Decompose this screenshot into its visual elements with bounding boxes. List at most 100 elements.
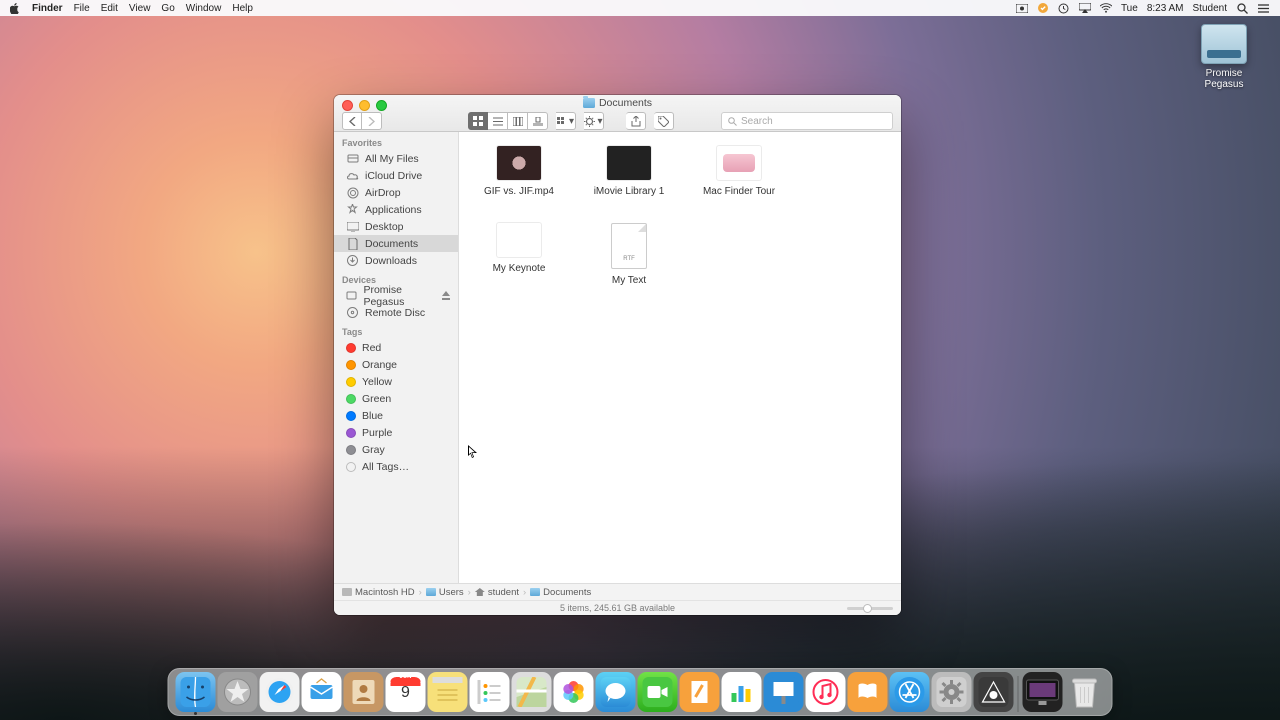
dock-separator [1018, 676, 1019, 712]
notification-center-icon[interactable] [1257, 2, 1269, 14]
menu-edit[interactable]: Edit [101, 3, 118, 14]
dock-appstore[interactable] [890, 672, 930, 712]
forward-button[interactable] [362, 112, 382, 130]
finder-toolbar: ▾ ▾ [334, 112, 901, 131]
wifi-icon[interactable] [1100, 2, 1112, 14]
sidebar-tag-orange[interactable]: Orange [334, 356, 458, 373]
search-input[interactable] [741, 116, 886, 127]
path-seg-student[interactable]: student [475, 587, 519, 598]
sidebar-item-remote-disc[interactable]: Remote Disc [334, 304, 458, 321]
dock-photos[interactable] [554, 672, 594, 712]
sidebar-item-label: Applications [365, 204, 422, 216]
file-gif-vs-jif-mp4[interactable]: GIF vs. JIF.mp4 [477, 146, 561, 197]
action-button[interactable]: ▾ [584, 112, 604, 130]
desktop-icon [346, 220, 359, 233]
dock-display-prefs[interactable] [1023, 672, 1063, 712]
share-button[interactable] [626, 112, 646, 130]
sidebar-item-applications[interactable]: Applications [334, 201, 458, 218]
desktop-drive-promise-pegasus[interactable]: Promise Pegasus [1188, 24, 1260, 90]
sidebar-tag-yellow[interactable]: Yellow [334, 373, 458, 390]
menubar-user[interactable]: Student [1193, 3, 1227, 14]
view-columns-button[interactable] [508, 112, 528, 130]
path-seg-macintosh-hd[interactable]: Macintosh HD [342, 587, 415, 598]
tags-button[interactable] [654, 112, 674, 130]
sidebar-item-all-my-files[interactable]: All My Files [334, 150, 458, 167]
dock-keynote[interactable] [764, 672, 804, 712]
dock-notes[interactable] [428, 672, 468, 712]
file-mac-finder-tour[interactable]: Mac Finder Tour [697, 146, 781, 197]
dock-calendar[interactable]: JUN9 [386, 672, 426, 712]
finder-content[interactable]: GIF vs. JIF.mp4 iMovie Library 1 Mac Finde… [459, 132, 901, 583]
file-my-keynote[interactable]: My Keynote [477, 223, 561, 286]
view-icons-button[interactable] [468, 112, 488, 130]
finder-titlebar[interactable]: Documents ▾ ▾ [334, 95, 901, 132]
sidebar-tag-purple[interactable]: Purple [334, 424, 458, 441]
dock-imovie[interactable] [974, 672, 1014, 712]
menubar-time[interactable]: 8:23 AM [1147, 3, 1184, 14]
sidebar-item-label: Red [362, 342, 381, 354]
dock-safari[interactable] [260, 672, 300, 712]
sidebar-tag-all-tags-[interactable]: All Tags… [334, 458, 458, 475]
sidebar-item-downloads[interactable]: Downloads [334, 252, 458, 269]
file-label: Mac Finder Tour [697, 186, 781, 197]
dock-reminders[interactable] [470, 672, 510, 712]
sidebar-tag-red[interactable]: Red [334, 339, 458, 356]
view-list-button[interactable] [488, 112, 508, 130]
sidebar-item-label: Green [362, 393, 391, 405]
dock-trash[interactable] [1065, 672, 1105, 712]
sidebar-tag-gray[interactable]: Gray [334, 441, 458, 458]
dock-launchpad[interactable] [218, 672, 258, 712]
dock-maps[interactable] [512, 672, 552, 712]
sidebar-header-favorites: Favorites [334, 132, 458, 150]
apple-menu-icon[interactable] [9, 2, 21, 14]
dock-messages[interactable] [596, 672, 636, 712]
menu-view[interactable]: View [129, 3, 151, 14]
dock-itunes[interactable] [806, 672, 846, 712]
dock-facetime[interactable] [638, 672, 678, 712]
menu-go[interactable]: Go [161, 3, 174, 14]
sidebar-tag-blue[interactable]: Blue [334, 407, 458, 424]
search-field[interactable] [721, 112, 893, 130]
dock-finder[interactable] [176, 672, 216, 712]
screen-record-icon[interactable] [1016, 2, 1028, 14]
sidebar-item-icloud-drive[interactable]: iCloud Drive [334, 167, 458, 184]
window-zoom-button[interactable] [376, 100, 387, 111]
path-seg-documents[interactable]: Documents [530, 587, 591, 598]
time-machine-icon[interactable] [1058, 2, 1070, 14]
menu-file[interactable]: File [74, 3, 90, 14]
view-coverflow-button[interactable] [528, 112, 548, 130]
tag-dot-icon [346, 394, 356, 404]
dock-system-preferences[interactable] [932, 672, 972, 712]
menu-window[interactable]: Window [186, 3, 222, 14]
sidebar-item-desktop[interactable]: Desktop [334, 218, 458, 235]
window-minimize-button[interactable] [359, 100, 370, 111]
sidebar-tag-green[interactable]: Green [334, 390, 458, 407]
dock-pages[interactable] [680, 672, 720, 712]
sidebar-item-airdrop[interactable]: AirDrop [334, 184, 458, 201]
downloads-icon [346, 254, 359, 267]
dock-contacts[interactable] [344, 672, 384, 712]
sidebar-item-documents[interactable]: Documents [334, 235, 458, 252]
window-close-button[interactable] [342, 100, 353, 111]
file-imovie-library-1[interactable]: iMovie Library 1 [587, 146, 671, 197]
spotlight-icon[interactable] [1236, 2, 1248, 14]
file-my-text[interactable]: RTFMy Text [587, 223, 671, 286]
status-icon[interactable] [1037, 2, 1049, 14]
dock-numbers[interactable] [722, 672, 762, 712]
sidebar-item-label: Downloads [365, 255, 417, 267]
menubar: Finder File Edit View Go Window Help Tue… [0, 0, 1280, 16]
arrange-button[interactable]: ▾ [556, 112, 576, 130]
menu-help[interactable]: Help [232, 3, 253, 14]
sidebar-item-promise-pegasus[interactable]: Promise Pegasus [334, 287, 458, 304]
menubar-day[interactable]: Tue [1121, 3, 1138, 14]
icon-size-slider[interactable] [847, 607, 893, 610]
dock-mail[interactable] [302, 672, 342, 712]
path-seg-users[interactable]: Users [426, 587, 464, 598]
back-button[interactable] [342, 112, 362, 130]
dock-ibooks[interactable] [848, 672, 888, 712]
airplay-icon[interactable] [1079, 2, 1091, 14]
menubar-app-name[interactable]: Finder [32, 3, 63, 14]
folder-icon [583, 98, 595, 108]
eject-icon[interactable] [442, 291, 450, 300]
file-label: GIF vs. JIF.mp4 [477, 186, 561, 197]
